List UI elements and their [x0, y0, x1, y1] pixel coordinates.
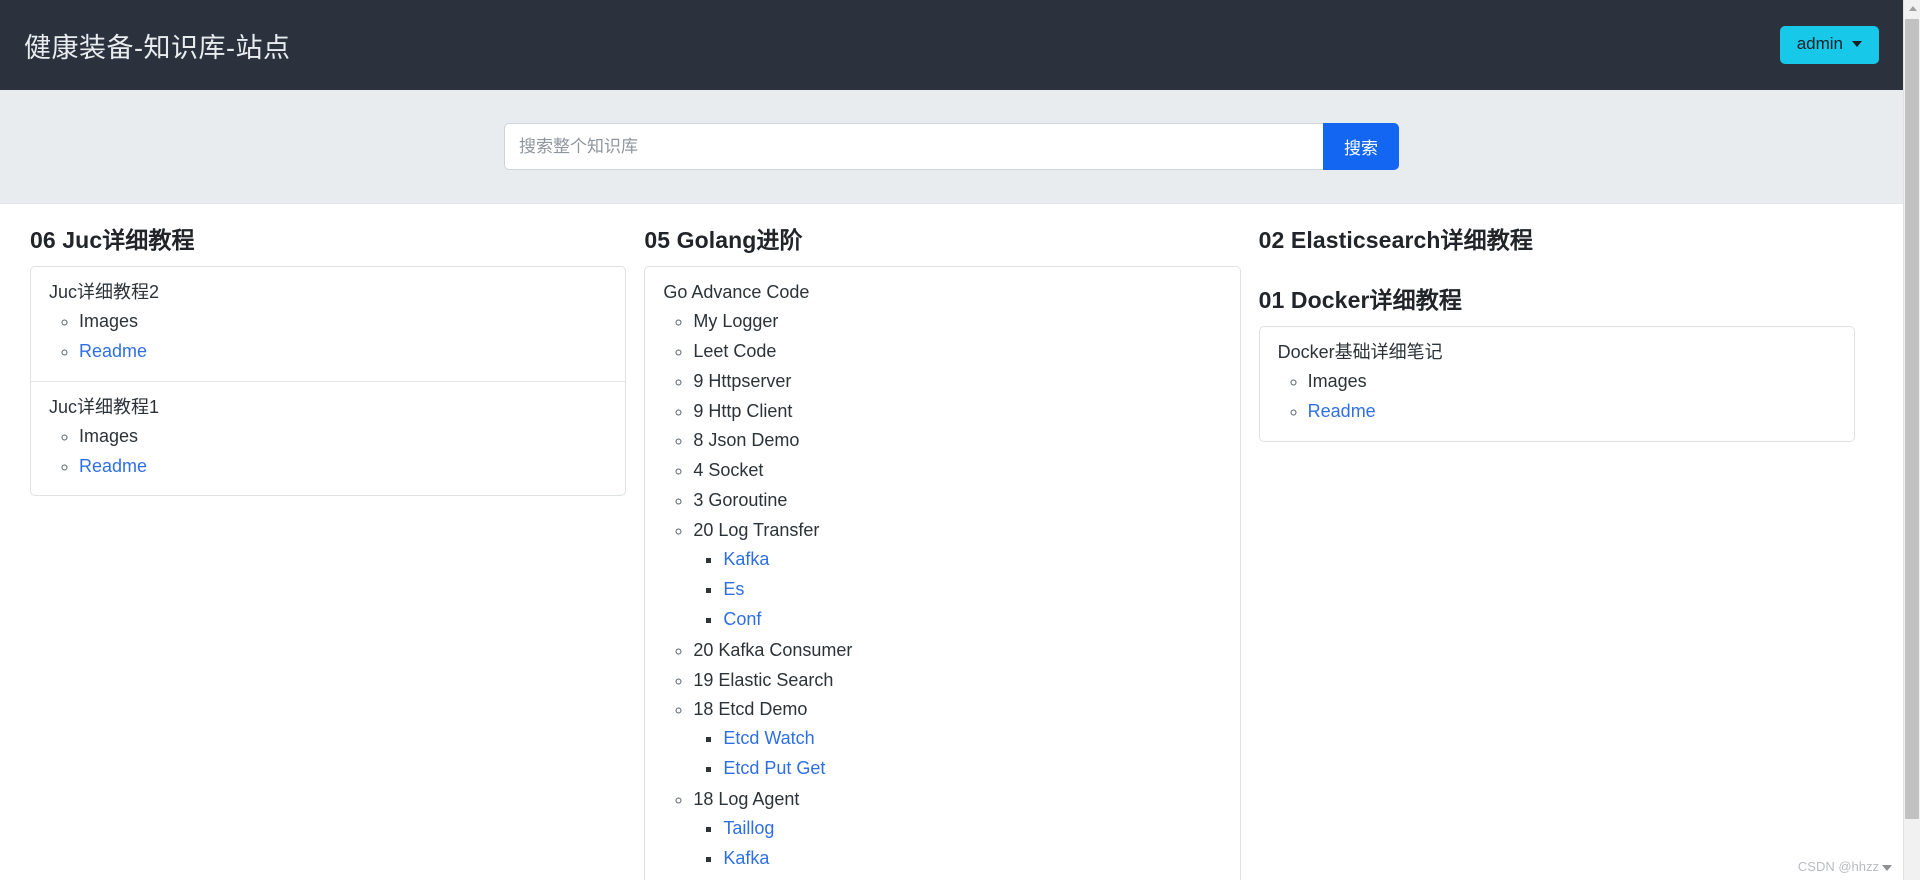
- list-item[interactable]: Readme: [79, 452, 607, 482]
- search-input[interactable]: [504, 123, 1323, 170]
- repo-title: 05 Golang进阶: [644, 227, 803, 253]
- repo-section: Docker基础详细笔记 Images Readme: [1260, 327, 1854, 441]
- item-link[interactable]: Readme: [79, 341, 147, 361]
- repo-card: Juc详细教程2 Images Readme Juc详细教程1 Images Readme: [30, 265, 627, 497]
- watermark-text: CSDN @hhzz: [1797, 859, 1879, 874]
- list-item[interactable]: Taillog: [723, 814, 1221, 844]
- page-title: 健康装备-知识库-站点: [24, 32, 291, 63]
- tree-list-level-2: Images Readme: [49, 307, 607, 367]
- item-label: 4 Socket: [693, 460, 764, 481]
- repo-column: 02 Elasticsearch详细教程 01 Docker详细教程 Docker基…: [1258, 226, 1873, 464]
- item-label: 20 Kafka Consumer: [693, 639, 853, 660]
- repo-column: 05 Golang进阶 Go Advance Code My Logger Leet …: [644, 226, 1258, 880]
- admin-menu-button[interactable]: admin: [1779, 26, 1879, 64]
- repo-title: 01 Docker详细教程: [1258, 286, 1462, 313]
- list-item[interactable]: Conf: [723, 605, 1221, 635]
- repo-section-title: Juc详细教程2: [49, 281, 160, 302]
- repo-title: 02 Elasticsearch详细教程: [1258, 227, 1533, 253]
- item-label: 18 Etcd Demo: [693, 699, 808, 720]
- list-item[interactable]: Kafka: [723, 844, 1221, 874]
- item-link[interactable]: Conf: [723, 609, 761, 629]
- tree-list-level-2: Images Readme: [49, 422, 607, 482]
- list-item: Leet Code: [693, 337, 1221, 367]
- item-label: 3 Goroutine: [693, 490, 788, 511]
- list-item: 18 Log AgentTaillogKafkaEtcd Put GetEtcd…: [693, 785, 1221, 880]
- item-label: 18 Log Agent: [693, 789, 800, 810]
- repo-section-title: Juc详细教程1: [49, 396, 160, 417]
- list-item: Images: [79, 307, 607, 337]
- repo-section: Juc详细教程1 Images Readme: [31, 380, 626, 496]
- list-item: My Logger: [693, 307, 1221, 337]
- item-link[interactable]: Taillog: [723, 818, 774, 838]
- list-item: Images: [1308, 367, 1836, 397]
- item-link[interactable]: Etcd Put Get: [723, 758, 825, 778]
- page-scrollbar[interactable]: [1903, 0, 1920, 880]
- admin-menu-label: admin: [1796, 34, 1843, 54]
- item-label: 9 Httpserver: [693, 370, 792, 391]
- item-link[interactable]: Readme: [1308, 401, 1376, 421]
- item-label: 19 Elastic Search: [693, 669, 834, 690]
- item-link[interactable]: Etcd Watch: [723, 728, 814, 748]
- tree-list-level-3: TaillogKafkaEtcd Put GetEtcdConfUtils: [693, 814, 1221, 880]
- top-navbar: 健康装备-知识库-站点 admin: [0, 0, 1903, 90]
- page-viewport: 健康装备-知识库-站点 admin 搜索 06 Juc详细教程 Juc详细教程2 I…: [0, 0, 1903, 880]
- list-item: 4 Socket: [693, 456, 1221, 486]
- list-item: 20 Kafka Consumer: [693, 636, 1221, 666]
- item-label: 8 Json Demo: [693, 430, 800, 451]
- repo-section-title: Go Advance Code: [663, 281, 810, 302]
- search-band: 搜索: [0, 90, 1903, 204]
- list-item[interactable]: Readme: [79, 337, 607, 367]
- item-label: 9 Http Client: [693, 400, 793, 421]
- repo-section: Go Advance Code My Logger Leet Code 9 Https…: [645, 267, 1239, 880]
- scrollbar-thumb[interactable]: [1905, 19, 1919, 819]
- list-item[interactable]: Readme: [1308, 397, 1836, 427]
- tree-list-level-3: Etcd Watch Etcd Put Get: [693, 724, 1221, 784]
- tree-list-level-2: Images Readme: [1278, 367, 1836, 427]
- list-item: 9 Httpserver: [693, 367, 1221, 397]
- repo-title: 06 Juc详细教程: [30, 227, 195, 253]
- list-item: Images: [79, 422, 607, 452]
- list-item: 8 Json Demo: [693, 426, 1221, 456]
- item-link[interactable]: Kafka: [723, 549, 769, 569]
- item-label: Images: [1307, 370, 1367, 391]
- chevron-down-icon: [1852, 41, 1862, 48]
- triangle-down-icon: [1882, 864, 1892, 871]
- list-item: 3 Goroutine: [693, 486, 1221, 516]
- list-item: 18 Etcd Demo Etcd Watch Etcd Put Get: [693, 695, 1221, 785]
- item-label: My Logger: [693, 310, 779, 331]
- item-label: Images: [79, 310, 139, 331]
- item-label: Images: [79, 425, 139, 446]
- list-item: 9 Http Client: [693, 397, 1221, 427]
- list-item[interactable]: Etcd Put Get: [723, 874, 1221, 880]
- item-link[interactable]: Es: [723, 579, 744, 599]
- repo-section-title: Docker基础详细笔记: [1277, 341, 1443, 362]
- list-item: 20 Log Transfer Kafka Es Conf: [693, 516, 1221, 636]
- search-group: 搜索: [504, 123, 1399, 170]
- item-link[interactable]: Kafka: [723, 848, 769, 868]
- repo-section: Juc详细教程2 Images Readme: [31, 267, 625, 381]
- repo-column: 06 Juc详细教程 Juc详细教程2 Images Readme Juc详细教程1 Im…: [30, 226, 644, 518]
- tree-list-level-3: Kafka Es Conf: [693, 545, 1221, 635]
- search-button[interactable]: 搜索: [1323, 123, 1399, 170]
- list-item: 19 Elastic Search: [693, 666, 1221, 696]
- list-item[interactable]: Kafka: [723, 545, 1221, 575]
- list-item[interactable]: Etcd Watch: [723, 724, 1221, 754]
- repo-card: Docker基础详细笔记 Images Readme: [1258, 325, 1855, 442]
- scroll-up-button[interactable]: [1904, 0, 1920, 17]
- triangle-up-icon: [1908, 6, 1917, 11]
- list-item[interactable]: Es: [723, 575, 1221, 605]
- item-label: 20 Log Transfer: [693, 520, 820, 541]
- item-link[interactable]: Readme: [79, 456, 147, 476]
- list-item[interactable]: Etcd Put Get: [723, 754, 1221, 784]
- item-label: Leet Code: [693, 340, 777, 361]
- watermark: CSDN @hhzz: [1798, 859, 1892, 874]
- tree-list-level-2: My Logger Leet Code 9 Httpserver 9 Http Cli…: [663, 307, 1221, 880]
- repo-columns: 06 Juc详细教程 Juc详细教程2 Images Readme Juc详细教程1 Im…: [0, 204, 1903, 880]
- repo-card: Go Advance Code My Logger Leet Code 9 Https…: [644, 265, 1241, 880]
